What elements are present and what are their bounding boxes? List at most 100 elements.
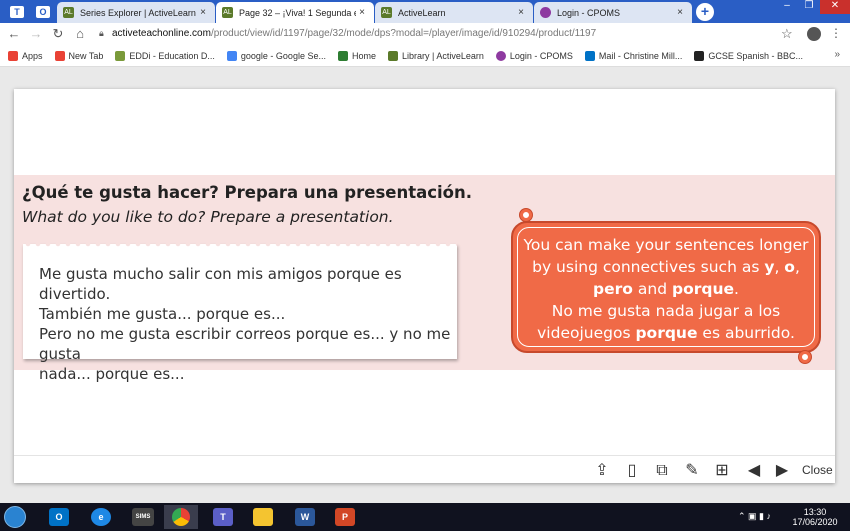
lock-icon[interactable]: 🔒︎ [99, 28, 104, 39]
bookmark-label: Library | ActiveLearn [401, 50, 484, 61]
google-icon [226, 50, 237, 61]
pencil-icon[interactable]: ✎ [682, 461, 702, 481]
taskbar-chrome[interactable] [164, 505, 198, 529]
minimize-icon[interactable]: – [776, 0, 798, 14]
bookmark-mail[interactable]: Mail - Christine Mill... [584, 50, 683, 61]
teams-icon: T [213, 508, 233, 526]
activity-subheading: What do you like to do? Prepare a presen… [22, 208, 394, 226]
bookmark-label: EDDi - Education D... [129, 50, 215, 61]
taskbar-file-explorer[interactable] [246, 505, 280, 529]
start-button-icon[interactable] [4, 506, 26, 528]
bookmark-label: Mail - Christine Mill... [598, 50, 683, 61]
taskbar-outlook[interactable]: O [42, 505, 76, 529]
next-icon[interactable]: ▶ [772, 461, 792, 481]
teams-icon: T [10, 6, 24, 18]
callout-text: You can make your sentences longer by us… [513, 234, 819, 344]
tab-title: Series Explorer | ActiveLearn [80, 7, 196, 18]
activelearn-icon: AL [222, 7, 233, 18]
taskbar-teams[interactable]: T [206, 505, 240, 529]
tab-page-32[interactable]: AL Page 32 – ¡Viva! 1 Segunda edición × [216, 2, 374, 23]
torn-edge [23, 240, 457, 248]
reload-icon[interactable]: ↻ [50, 26, 66, 42]
cpoms-icon [540, 7, 551, 18]
share-icon[interactable]: ⇪ [592, 461, 612, 481]
bookmarks-overflow-icon[interactable]: » [834, 49, 840, 60]
note-text: Me gusta mucho salir con mis amigos porq… [39, 264, 457, 384]
tab-close-icon[interactable]: × [356, 7, 368, 18]
file-explorer-icon [253, 508, 273, 526]
address-bar[interactable]: activeteachonline.com/product/view/id/11… [112, 28, 596, 39]
activelearn-icon: AL [63, 7, 74, 18]
bookmark-eddi[interactable]: EDDi - Education D... [115, 50, 215, 61]
taskbar-edge[interactable]: e [84, 505, 118, 529]
paperclip-icon [520, 209, 532, 221]
tab-close-icon[interactable]: × [674, 7, 686, 18]
home-icon[interactable]: ⌂ [72, 26, 88, 42]
callout-keyword: porque [671, 280, 734, 298]
system-tray-icons[interactable]: ⌃ ▣ ▮ ♪ [738, 511, 771, 522]
pinned-tab-outlook[interactable]: O [32, 3, 54, 21]
apps-grid-icon [8, 50, 18, 61]
bookmark-label: New Tab [68, 50, 104, 61]
pinned-tab-teams[interactable]: T [6, 3, 28, 21]
bookmark-label: google - Google Se... [240, 50, 326, 61]
activity-heading: ¿Qué te gusta hacer? Prepara una present… [22, 183, 473, 202]
page-view-icon[interactable]: ▯ [622, 461, 642, 481]
tip-callout: You can make your sentences longer by us… [511, 221, 821, 353]
callout-fragment: , [774, 258, 785, 276]
bookmarks-bar: Apps New Tab EDDi - Education D... googl… [0, 45, 850, 67]
bookmark-library-activelearn[interactable]: Library | ActiveLearn [387, 50, 484, 61]
callout-line: by using connectives such as y, o, [513, 256, 819, 278]
bookmark-gcse-spanish[interactable]: GCSE Spanish - BBC... [694, 50, 803, 61]
home-bookmark-icon [337, 50, 348, 61]
tab-close-icon[interactable]: × [515, 7, 527, 18]
bookmark-login-cpoms[interactable]: Login - CPOMS [495, 50, 573, 61]
bookmark-label: GCSE Spanish - BBC... [708, 50, 803, 61]
bbc-icon [694, 50, 705, 61]
tab-login-cpoms[interactable]: Login - CPOMS × [534, 2, 692, 23]
callout-fragment: and [632, 280, 672, 298]
tab-title: Page 32 – ¡Viva! 1 Segunda edición [239, 7, 356, 18]
forward-icon[interactable]: → [28, 26, 44, 42]
cpoms-icon [495, 50, 506, 61]
bookmark-google[interactable]: google - Google Se... [226, 50, 326, 61]
image-viewer-modal: ¿Qué te gusta hacer? Prepara una present… [14, 89, 835, 483]
clock-date: 17/06/2020 [792, 517, 838, 527]
bookmark-label: Home [351, 50, 376, 61]
open-external-icon[interactable]: ⧉ [652, 461, 672, 481]
powerpoint-icon: P [335, 508, 355, 526]
callout-line: You can make your sentences longer [523, 236, 809, 254]
viewer-controls: ⇪ ▯ ⧉ ✎ ⊞ ◀ ▶ Close [14, 455, 835, 483]
bookmark-label: Apps [22, 50, 43, 61]
outlook-icon: O [49, 508, 69, 526]
tab-series-explorer[interactable]: AL Series Explorer | ActiveLearn × [57, 2, 215, 23]
taskbar-clock[interactable]: 13:30 17/06/2020 [790, 507, 840, 527]
taskbar-sims[interactable]: SIMS [126, 505, 160, 529]
profile-avatar-icon[interactable] [807, 27, 821, 41]
taskbar-word[interactable]: W [288, 505, 322, 529]
bookmark-star-icon[interactable]: ☆ [781, 26, 793, 42]
outlook-icon [584, 50, 595, 61]
previous-icon[interactable]: ◀ [744, 461, 764, 481]
add-resource-icon[interactable]: ⊞ [712, 461, 732, 481]
maximize-icon[interactable]: ❐ [798, 0, 820, 14]
url-path: /product/view/id/1197/page/32/mode/dps?m… [210, 28, 597, 39]
close-button[interactable]: Close [802, 463, 833, 477]
tab-close-icon[interactable]: × [197, 7, 209, 18]
back-icon[interactable]: ← [6, 26, 22, 42]
bookmark-home[interactable]: Home [337, 50, 376, 61]
browser-menu-icon[interactable]: ⋮ [830, 26, 842, 40]
activelearn-icon: AL [381, 7, 392, 18]
callout-fragment: es aburrido. [697, 324, 795, 342]
new-tab-button[interactable]: + [696, 3, 714, 21]
chrome-icon [172, 508, 190, 526]
bookmark-apps[interactable]: Apps [8, 50, 43, 61]
taskbar-powerpoint[interactable]: P [328, 505, 362, 529]
activelearn-icon [387, 50, 398, 61]
bookmark-new-tab[interactable]: New Tab [54, 50, 104, 61]
tab-activelearn[interactable]: AL ActiveLearn × [375, 2, 533, 23]
url-host: activeteachonline.com [112, 28, 211, 39]
window-close-icon[interactable]: ✕ [820, 0, 850, 14]
bookmark-label: Login - CPOMS [509, 50, 573, 61]
note-line: Me gusta mucho salir con mis amigos porq… [39, 265, 402, 303]
